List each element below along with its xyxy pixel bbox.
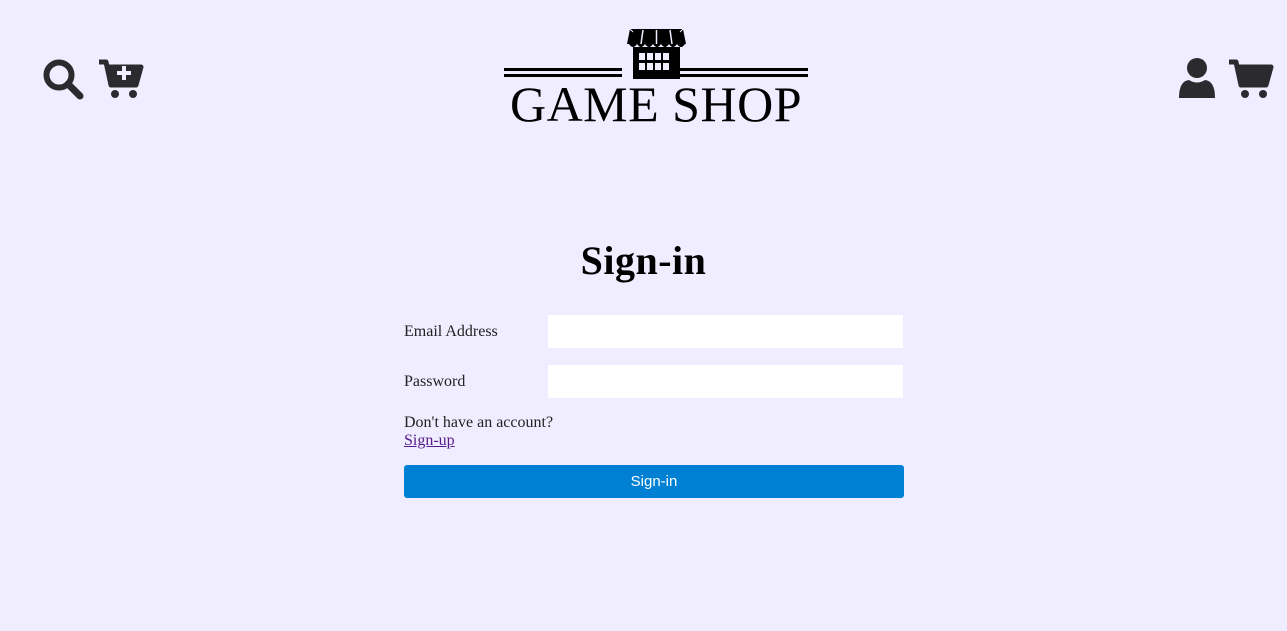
sign-in-page: GAME SHOP Sign-in Email Address Password…	[0, 0, 1287, 631]
email-field[interactable]	[548, 315, 903, 348]
add-to-cart-icon[interactable]	[97, 58, 145, 100]
user-icon[interactable]	[1178, 57, 1216, 99]
password-field[interactable]	[548, 365, 903, 398]
password-label: Password	[404, 373, 466, 390]
page-title: Sign-in	[580, 238, 707, 283]
storefront-icon	[627, 28, 686, 79]
logo-text: GAME SHOP	[509, 76, 803, 132]
search-icon[interactable]	[42, 58, 86, 100]
signup-link[interactable]: Sign-up	[404, 431, 455, 450]
account-prompt: Don't have an account?	[404, 414, 554, 431]
email-label: Email Address	[404, 323, 498, 340]
sign-in-button[interactable]: Sign-in	[404, 465, 904, 498]
game-shop-logo[interactable]: GAME SHOP	[502, 27, 810, 132]
cart-icon[interactable]	[1227, 58, 1275, 100]
